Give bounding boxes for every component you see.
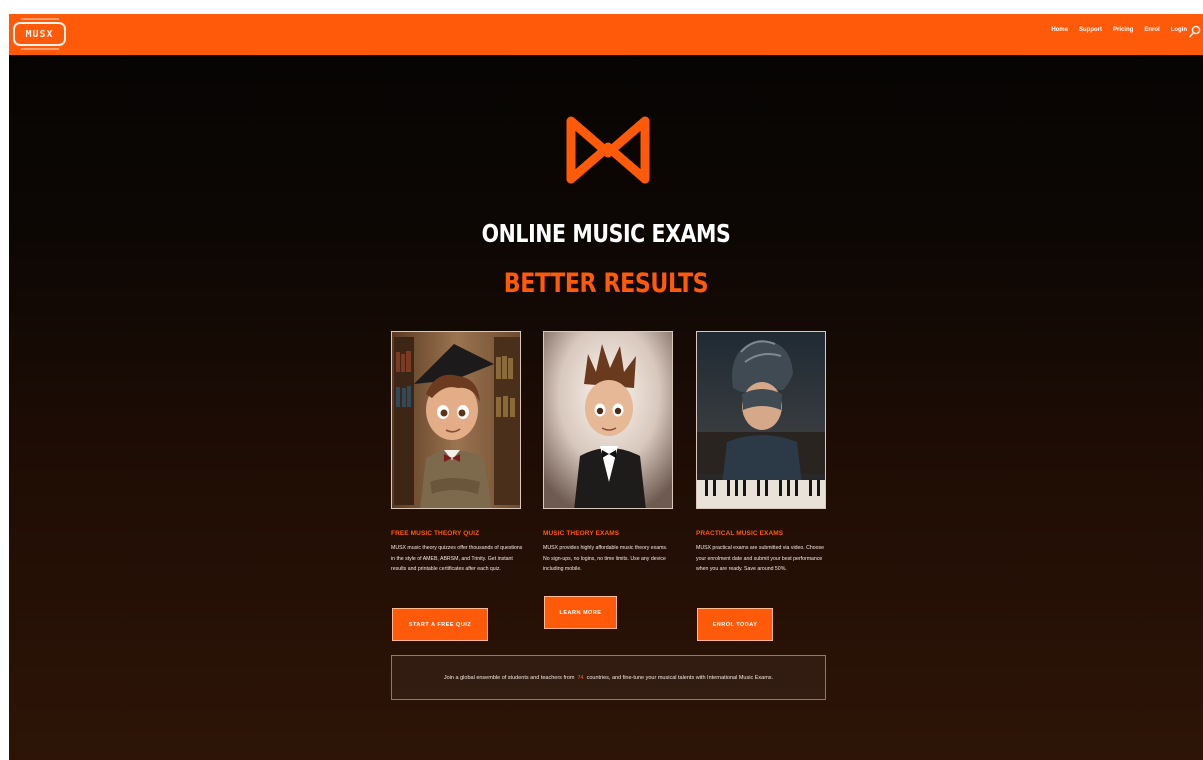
- site-logo-text: MUSX: [25, 28, 54, 40]
- card-image-boy-piano: [696, 331, 826, 509]
- page: MUSX Home Support Pricing Enrol Login ON…: [9, 14, 1203, 760]
- search-icon[interactable]: [1189, 25, 1201, 39]
- nav-link-pricing[interactable]: Pricing: [1113, 27, 1133, 33]
- card-image-boy-tuxedo: [543, 331, 673, 509]
- learn-more-button[interactable]: LEARN MORE: [544, 596, 617, 629]
- hero-headline: ONLINE MUSIC EXAMS: [481, 219, 731, 248]
- card-description: MUSX practical exams are submitted via v…: [696, 545, 825, 572]
- banner-text-prefix: Join a global ensemble of students and t…: [443, 674, 575, 681]
- logo-decoration: [21, 18, 59, 20]
- card-title: MUSIC THEORY EXAMS: [543, 530, 620, 537]
- card-image-student-graduate: [391, 331, 521, 509]
- nav-link-login[interactable]: Login: [1171, 27, 1187, 33]
- countries-banner: Join a global ensemble of students and t…: [391, 655, 826, 700]
- card-free-quiz: FREE MUSIC THEORY QUIZ MUSX music theory…: [391, 331, 523, 575]
- banner-text-suffix: countries, and fine-tune your musical ta…: [586, 674, 774, 681]
- nav-link-support[interactable]: Support: [1079, 27, 1102, 33]
- enrol-today-button[interactable]: ENROL TODAY: [697, 608, 773, 641]
- nav-link-home[interactable]: Home: [1051, 27, 1068, 33]
- logo-decoration: [21, 48, 59, 50]
- site-logo[interactable]: MUSX: [13, 22, 66, 46]
- top-nav-bar: MUSX Home Support Pricing Enrol Login: [9, 14, 1203, 55]
- card-title: PRACTICAL MUSIC EXAMS: [696, 530, 784, 537]
- nav-link-enrol[interactable]: Enrol: [1144, 27, 1159, 33]
- musx-logo-icon: [566, 116, 650, 184]
- hero-subheadline: BETTER RESULTS: [503, 268, 709, 299]
- card-practical-exams: PRACTICAL MUSIC EXAMS MUSX practical exa…: [696, 331, 828, 575]
- card-description: MUSX provides highly affordable music th…: [543, 545, 668, 572]
- nav-links: Home Support Pricing Enrol Login: [1051, 27, 1187, 33]
- start-free-quiz-button[interactable]: START A FREE QUIZ: [392, 608, 488, 641]
- card-description: MUSX music theory quizzes offer thousand…: [391, 545, 523, 572]
- country-count: 74: [577, 674, 584, 681]
- card-title: FREE MUSIC THEORY QUIZ: [391, 530, 480, 537]
- card-theory-exams: MUSIC THEORY EXAMS MUSX provides highly …: [543, 331, 675, 575]
